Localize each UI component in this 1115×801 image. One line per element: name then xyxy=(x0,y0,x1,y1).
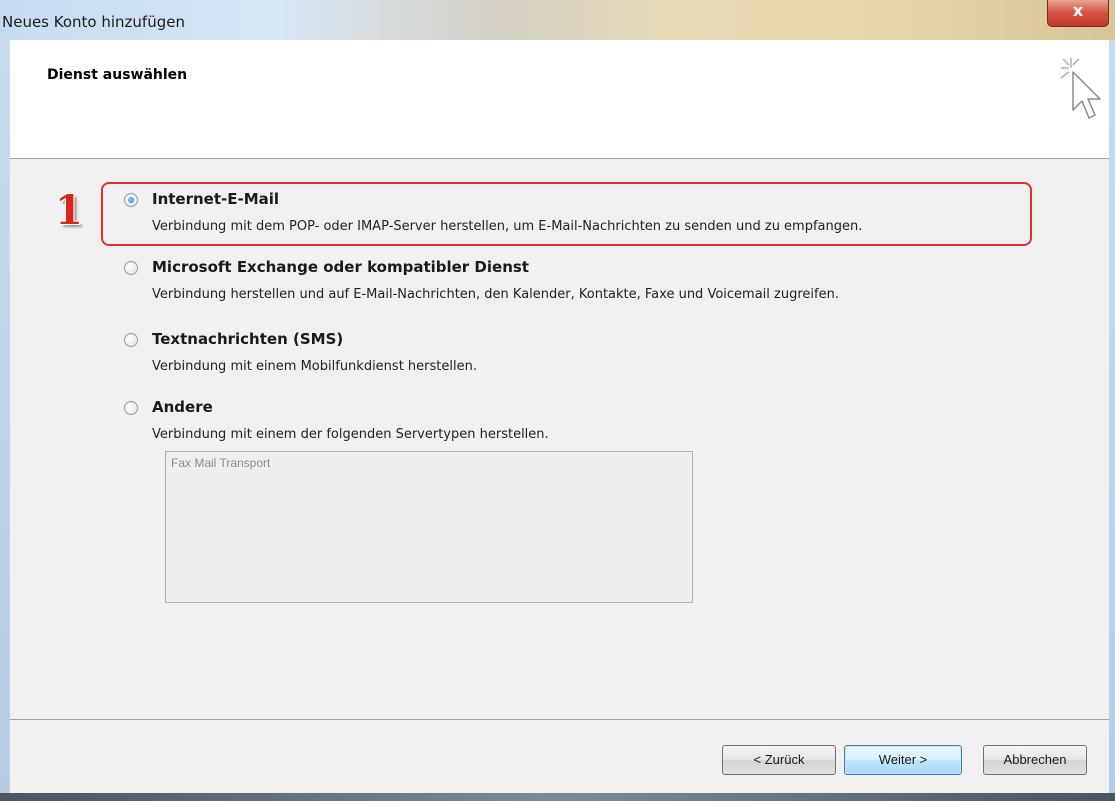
option-label[interactable]: Textnachrichten (SMS) xyxy=(152,330,343,348)
wizard-cursor-icon xyxy=(1060,58,1101,119)
window-title: Neues Konto hinzufügen xyxy=(2,13,185,31)
option-description: Verbindung mit einem Mobilfunkdienst her… xyxy=(152,359,477,374)
cancel-button[interactable]: Abbrechen xyxy=(983,745,1087,775)
title-bar: Neues Konto hinzufügen x xyxy=(0,0,1115,40)
dialog-window: Neues Konto hinzufügen x Dienst auswähle… xyxy=(0,0,1115,801)
list-item[interactable]: Fax Mail Transport xyxy=(171,456,687,470)
page-title: Dienst auswählen xyxy=(47,67,188,83)
radio-sms[interactable] xyxy=(124,333,138,347)
back-button[interactable]: < Zurück xyxy=(722,745,836,775)
option-label[interactable]: Internet-E-Mail xyxy=(152,190,279,208)
next-button[interactable]: Weiter > xyxy=(844,745,962,775)
server-type-list[interactable]: Fax Mail Transport xyxy=(165,451,693,603)
wizard-header: Dienst auswählen xyxy=(10,40,1109,159)
close-icon: x xyxy=(1072,1,1084,20)
option-description: Verbindung herstellen und auf E-Mail-Nac… xyxy=(152,287,839,302)
step-number-annotation: 1 xyxy=(55,187,83,234)
radio-other[interactable] xyxy=(124,401,138,415)
option-label[interactable]: Microsoft Exchange oder kompatibler Dien… xyxy=(152,258,529,276)
radio-exchange[interactable] xyxy=(124,261,138,275)
radio-internet-email[interactable] xyxy=(124,193,138,207)
window-bottom-border xyxy=(0,793,1115,801)
close-button[interactable]: x xyxy=(1047,0,1109,27)
option-description: Verbindung mit einem der folgenden Serve… xyxy=(152,427,549,442)
option-description: Verbindung mit dem POP- oder IMAP-Server… xyxy=(152,219,863,234)
option-label[interactable]: Andere xyxy=(152,398,213,416)
